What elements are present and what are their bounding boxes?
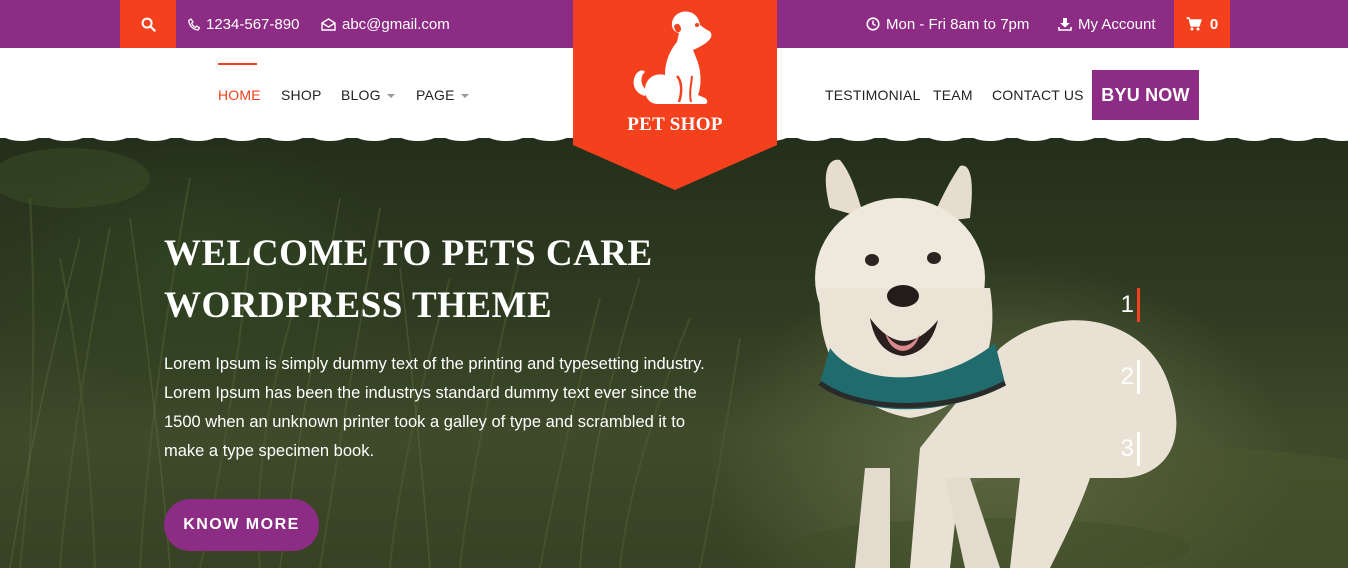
hero-title-line-2: WORDPRESS THEME	[164, 285, 553, 326]
download-icon	[1058, 18, 1072, 31]
slide-number: 2	[1120, 363, 1134, 390]
phone-icon	[188, 17, 200, 31]
nav-blog[interactable]: BLOG	[341, 87, 395, 103]
nav-page[interactable]: PAGE	[416, 87, 469, 103]
phone-contact[interactable]: 1234-567-890	[188, 0, 299, 48]
hero-title: WELCOME TO PETS CARE WORDPRESS THEME	[164, 228, 684, 332]
my-account-link[interactable]: My Account	[1058, 0, 1156, 48]
slide-indicator-2[interactable]: 2	[1121, 360, 1140, 394]
nav-team[interactable]: TEAM	[933, 87, 973, 103]
buy-now-button[interactable]: BYU NOW	[1092, 70, 1199, 120]
hero-slider: WELCOME TO PETS CARE WORDPRESS THEME Lor…	[0, 138, 1348, 568]
chevron-down-icon	[460, 94, 469, 99]
nav-blog-label: BLOG	[341, 87, 381, 103]
hours-text: Mon - Fri 8am to 7pm	[886, 15, 1030, 33]
nav-shop[interactable]: SHOP	[281, 87, 321, 103]
nav-page-label: PAGE	[416, 87, 455, 103]
cart-icon	[1186, 17, 1202, 31]
cart-button[interactable]: 0	[1174, 0, 1230, 48]
slide-bar	[1137, 360, 1140, 394]
email-address: abc@gmail.com	[342, 15, 450, 33]
search-button[interactable]	[120, 0, 176, 48]
slide-indicator-1[interactable]: 1	[1121, 288, 1140, 322]
account-label: My Account	[1078, 15, 1156, 33]
email-contact[interactable]: abc@gmail.com	[321, 0, 450, 48]
opening-hours: Mon - Fri 8am to 7pm	[866, 0, 1029, 48]
slide-number: 1	[1120, 291, 1134, 318]
know-more-button[interactable]: KNOW MORE	[164, 499, 319, 551]
slide-number: 3	[1120, 435, 1134, 462]
pet-shop-logo[interactable]	[573, 0, 777, 190]
dog-photo	[790, 159, 1190, 568]
chevron-down-icon	[386, 94, 395, 99]
mail-icon	[321, 17, 336, 31]
search-icon	[141, 17, 156, 32]
slide-indicator-3[interactable]: 3	[1121, 432, 1140, 466]
slide-bar	[1137, 432, 1140, 466]
nav-home[interactable]: HOME	[218, 63, 261, 103]
hero-title-line-1: WELCOME TO PETS CARE	[164, 233, 653, 274]
cart-count: 0	[1209, 15, 1219, 33]
logo-text: PET SHOP	[627, 114, 723, 135]
nav-testimonial[interactable]: TESTIMONIAL	[825, 87, 921, 103]
slide-bar	[1137, 288, 1140, 322]
clock-icon	[866, 17, 880, 31]
phone-number: 1234-567-890	[206, 15, 300, 33]
hero-description: Lorem Ipsum is simply dummy text of the …	[164, 355, 705, 460]
nav-contact-us[interactable]: CONTACT US	[992, 87, 1084, 103]
